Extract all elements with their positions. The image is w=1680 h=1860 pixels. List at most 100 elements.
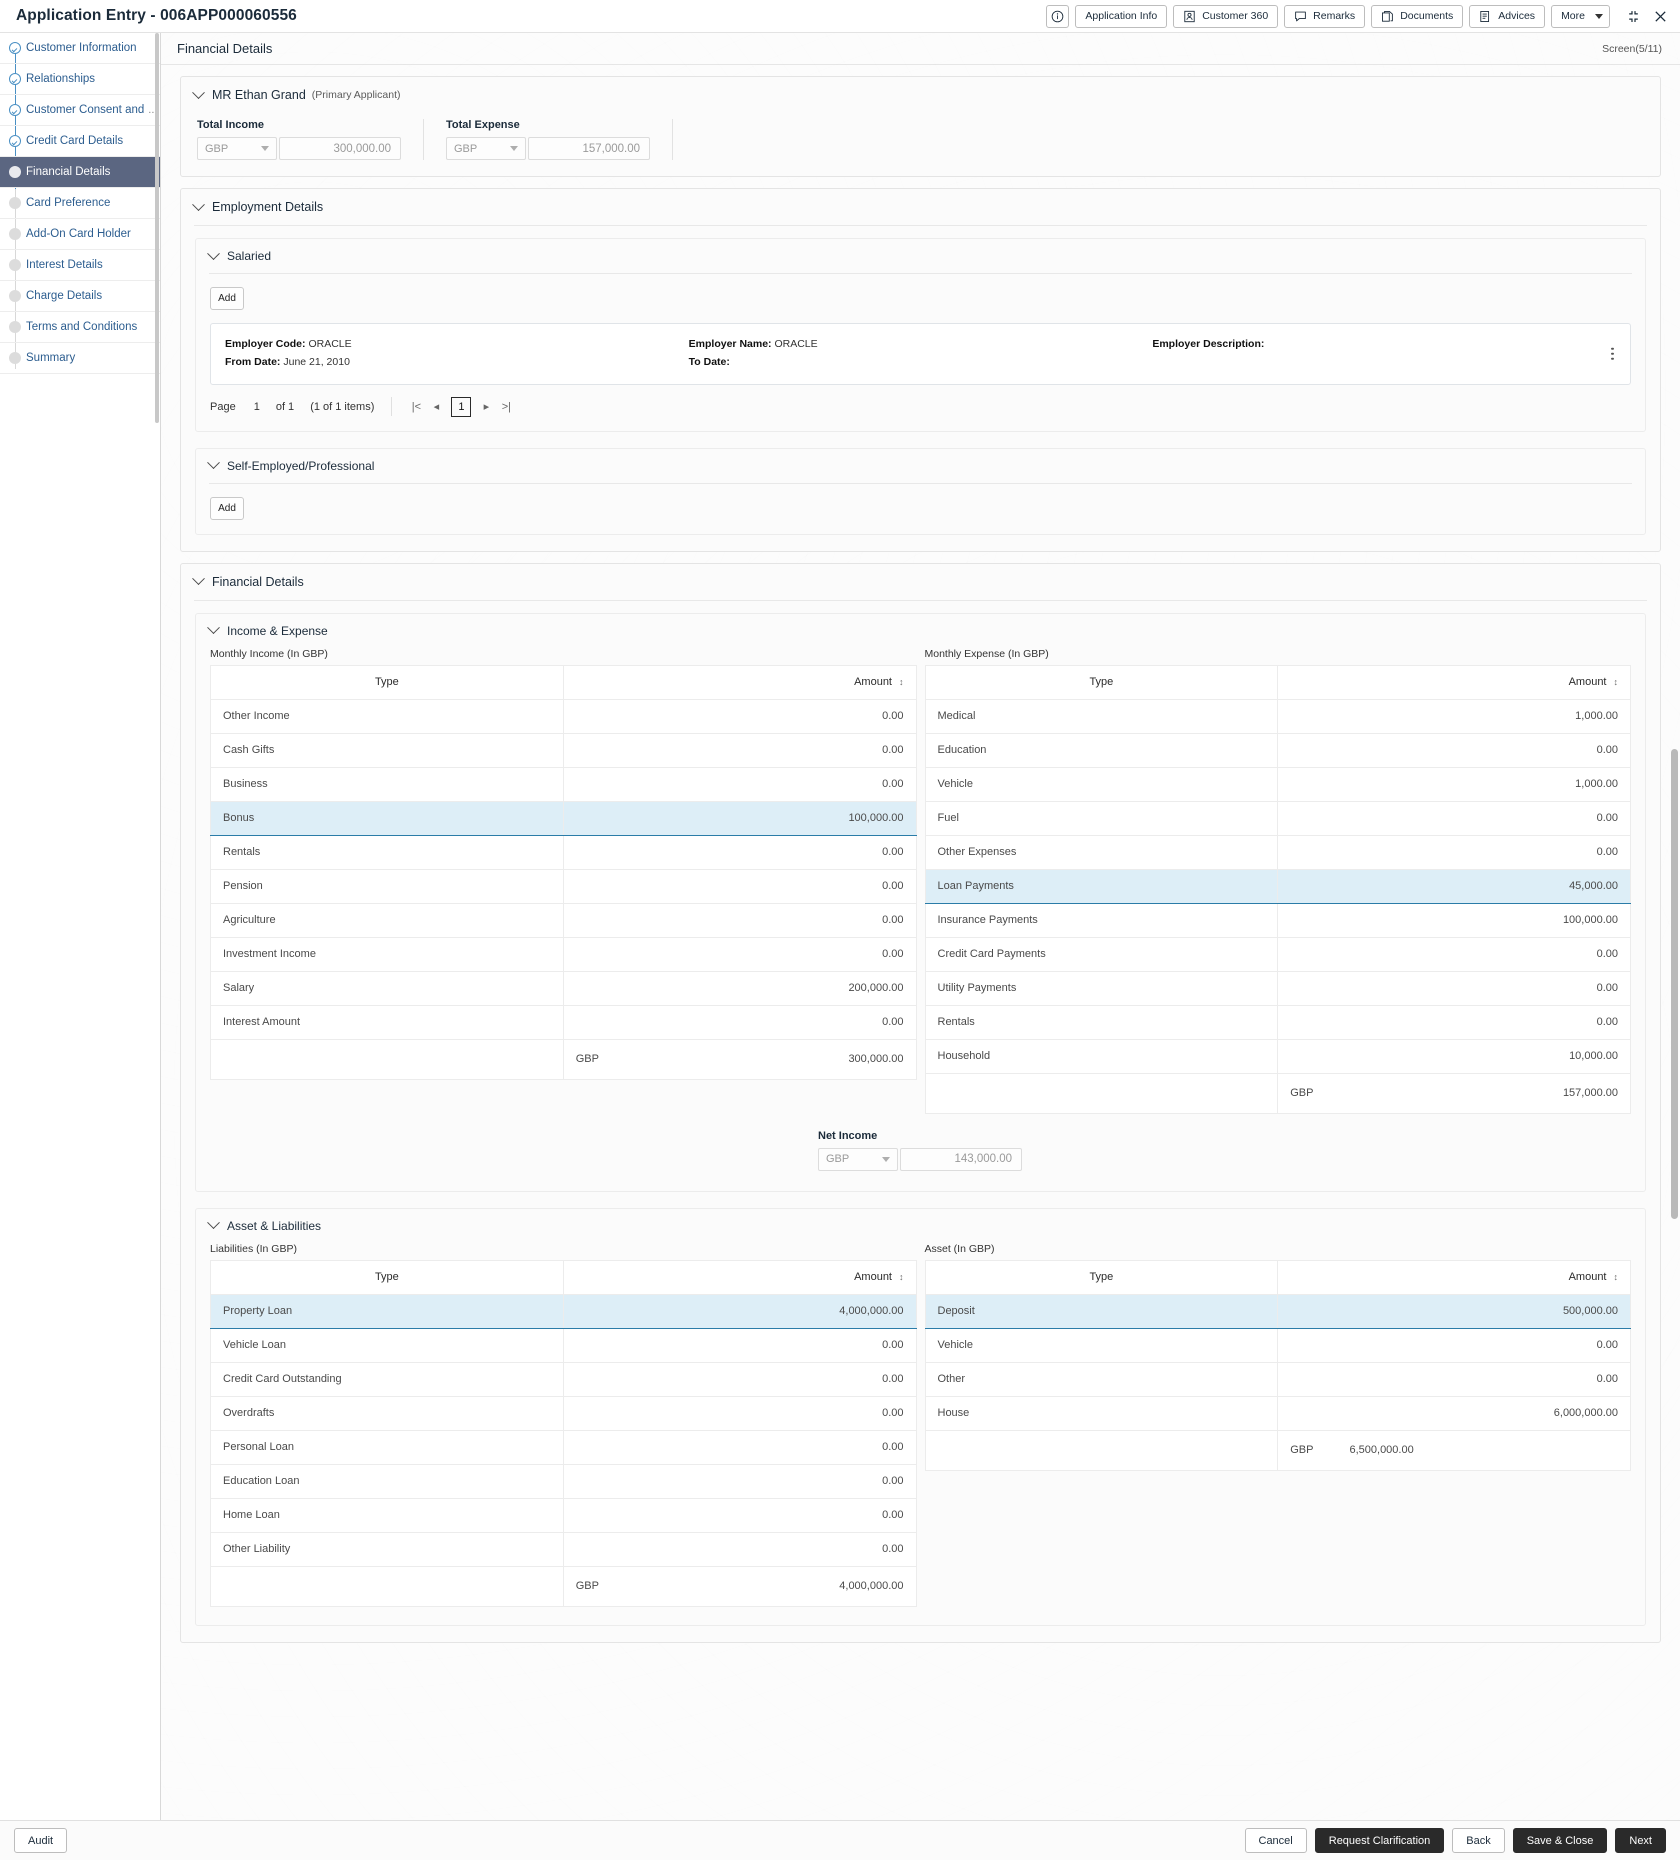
- customer-360-button[interactable]: Customer 360: [1173, 4, 1279, 28]
- table-row[interactable]: Education Loan 0.00: [210, 1463, 917, 1499]
- table-row[interactable]: Household 10,000.00: [924, 1038, 1631, 1074]
- total-income-currency-select[interactable]: GBP: [197, 137, 277, 160]
- table-row[interactable]: Pension 0.00: [210, 868, 917, 904]
- net-income-amount-input[interactable]: 143,000.00: [900, 1147, 1022, 1171]
- table-row[interactable]: Education 0.00: [924, 732, 1631, 768]
- remarks-button[interactable]: Remarks: [1284, 4, 1366, 28]
- sidebar-scrollbar[interactable]: [155, 33, 159, 423]
- employer-record-card[interactable]: Employer Code: ORACLE From Date: June 21…: [210, 323, 1631, 385]
- save-and-close-button[interactable]: Save & Close: [1512, 1828, 1608, 1853]
- sidebar-item-charge-details[interactable]: Charge Details: [0, 281, 160, 312]
- sidebar-item-relationships[interactable]: Relationships: [0, 64, 160, 95]
- table-row[interactable]: Credit Card Outstanding 0.00: [210, 1361, 917, 1397]
- cell-amount: 1,000.00: [1277, 766, 1631, 802]
- column-header-amount[interactable]: Amount ↕: [562, 1259, 917, 1295]
- pager-first-button[interactable]: |<: [406, 397, 426, 417]
- table-row[interactable]: Vehicle Loan 0.00: [210, 1327, 917, 1363]
- sort-icon[interactable]: ↕: [899, 1272, 904, 1282]
- total-expense-amount-input[interactable]: 157,000.00: [528, 137, 650, 160]
- add-salaried-button[interactable]: Add: [210, 287, 244, 310]
- documents-button[interactable]: Documents: [1371, 4, 1464, 28]
- column-header-amount[interactable]: Amount ↕: [562, 664, 917, 700]
- total-expense-currency-select[interactable]: GBP: [446, 137, 526, 160]
- minimize-restore-icon[interactable]: [1626, 9, 1641, 24]
- column-header-type[interactable]: Type: [210, 1259, 564, 1295]
- pager-current-page[interactable]: 1: [451, 396, 472, 417]
- financial-details-header[interactable]: Financial Details: [181, 564, 1660, 600]
- table-row[interactable]: Rentals 0.00: [210, 834, 917, 870]
- advices-button[interactable]: Advices: [1469, 4, 1546, 28]
- table-row-selected[interactable]: Deposit 500,000.00: [924, 1293, 1631, 1329]
- table-row[interactable]: Business 0.00: [210, 766, 917, 802]
- table-row[interactable]: Investment Income 0.00: [210, 936, 917, 972]
- self-employed-header[interactable]: Self-Employed/Professional: [196, 449, 1645, 483]
- pager-next-button[interactable]: ▸: [476, 397, 496, 417]
- column-header-type[interactable]: Type: [924, 664, 1279, 700]
- sidebar-item-interest-details[interactable]: Interest Details: [0, 250, 160, 281]
- cancel-button[interactable]: Cancel: [1244, 1828, 1307, 1853]
- column-header-type[interactable]: Type: [210, 664, 564, 700]
- pager-prev-button[interactable]: ◂: [426, 397, 446, 417]
- divider: [194, 599, 1647, 601]
- table-row[interactable]: Home Loan 0.00: [210, 1497, 917, 1533]
- next-button[interactable]: Next: [1615, 1828, 1666, 1853]
- table-row[interactable]: Cash Gifts 0.00: [210, 732, 917, 768]
- table-row[interactable]: Vehicle 1,000.00: [924, 766, 1631, 802]
- pager-last-button[interactable]: >|: [496, 397, 516, 417]
- table-row[interactable]: Rentals 0.00: [924, 1004, 1631, 1040]
- employment-details-header[interactable]: Employment Details: [181, 189, 1660, 225]
- total-income-amount-input[interactable]: 300,000.00: [279, 137, 401, 160]
- sidebar-item-summary[interactable]: Summary: [0, 343, 160, 374]
- table-row[interactable]: Vehicle 0.00: [924, 1327, 1631, 1363]
- table-row[interactable]: Personal Loan 0.00: [210, 1429, 917, 1465]
- sidebar-item-terms-and-conditions[interactable]: Terms and Conditions: [0, 312, 160, 343]
- cell-type: Bonus: [210, 800, 564, 836]
- applicant-header[interactable]: MR Ethan Grand (Primary Applicant): [181, 77, 1660, 113]
- sort-icon[interactable]: ↕: [1614, 1272, 1619, 1282]
- more-button[interactable]: More: [1551, 4, 1610, 28]
- table-row[interactable]: Overdrafts 0.00: [210, 1395, 917, 1431]
- table-row[interactable]: Other Expenses 0.00: [924, 834, 1631, 870]
- back-button[interactable]: Back: [1452, 1828, 1505, 1853]
- table-row[interactable]: Other Income 0.00: [210, 698, 917, 734]
- table-row-selected[interactable]: Bonus 100,000.00: [210, 800, 917, 836]
- table-row[interactable]: Salary 200,000.00: [210, 970, 917, 1006]
- table-row[interactable]: House 6,000,000.00: [924, 1395, 1631, 1431]
- sidebar-item-customer-information[interactable]: Customer Information: [0, 33, 160, 64]
- table-row[interactable]: Utility Payments 0.00: [924, 970, 1631, 1006]
- column-header-amount[interactable]: Amount ↕: [1277, 664, 1631, 700]
- column-header-amount[interactable]: Amount ↕: [1277, 1259, 1631, 1295]
- application-info-button[interactable]: Application Info: [1075, 4, 1168, 28]
- sidebar-item-card-preference[interactable]: Card Preference: [0, 188, 160, 219]
- column-header-type[interactable]: Type: [924, 1259, 1279, 1295]
- employer-record-menu-icon[interactable]: [1608, 345, 1617, 364]
- table-row-selected[interactable]: Loan Payments 45,000.00: [924, 868, 1631, 904]
- cell-amount: 0.00: [562, 1361, 917, 1397]
- content-scrollbar[interactable]: [1671, 749, 1678, 1219]
- salaried-header[interactable]: Salaried: [196, 239, 1645, 273]
- request-clarification-button[interactable]: Request Clarification: [1314, 1828, 1445, 1853]
- sidebar-item-financial-details[interactable]: Financial Details: [0, 157, 160, 188]
- table-row[interactable]: Other Liability 0.00: [210, 1531, 917, 1567]
- sort-icon[interactable]: ↕: [1614, 677, 1619, 687]
- table-row[interactable]: Other 0.00: [924, 1361, 1631, 1397]
- add-self-employed-button[interactable]: Add: [210, 496, 244, 520]
- table-row[interactable]: Credit Card Payments 0.00: [924, 936, 1631, 972]
- sort-icon[interactable]: ↕: [899, 677, 904, 687]
- income-expense-header[interactable]: Income & Expense: [196, 614, 1645, 648]
- asset-liabilities-header[interactable]: Asset & Liabilities: [196, 1209, 1645, 1243]
- sidebar-item-add-on-card-holder[interactable]: Add-On Card Holder: [0, 219, 160, 250]
- sidebar-item-customer-consent[interactable]: Customer Consent and ...: [0, 95, 160, 126]
- table-row[interactable]: Interest Amount 0.00: [210, 1004, 917, 1040]
- sidebar-item-credit-card-details[interactable]: Credit Card Details: [0, 126, 160, 157]
- close-icon[interactable]: [1653, 9, 1668, 24]
- table-row[interactable]: Agriculture 0.00: [210, 902, 917, 938]
- table-row[interactable]: Medical 1,000.00: [924, 698, 1631, 734]
- cell-type: Other: [924, 1361, 1279, 1397]
- table-row-selected[interactable]: Property Loan 4,000,000.00: [210, 1293, 917, 1329]
- table-row[interactable]: Insurance Payments 100,000.00: [924, 902, 1631, 938]
- table-row[interactable]: Fuel 0.00: [924, 800, 1631, 836]
- net-income-currency-select[interactable]: GBP: [818, 1147, 898, 1171]
- audit-button[interactable]: Audit: [14, 1828, 68, 1853]
- application-info-icon-button[interactable]: [1046, 4, 1070, 28]
